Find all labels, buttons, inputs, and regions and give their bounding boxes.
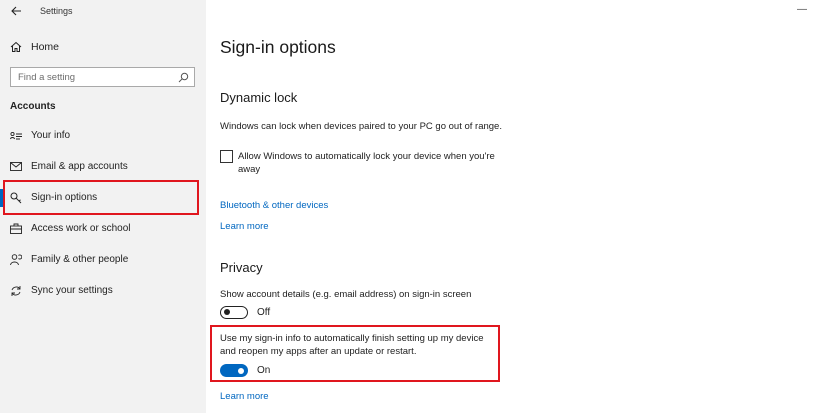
account-details-toggle[interactable] bbox=[220, 306, 248, 319]
back-button[interactable] bbox=[8, 3, 24, 19]
dynamic-lock-heading: Dynamic lock bbox=[220, 90, 298, 105]
toggle-knob bbox=[224, 309, 230, 315]
search-icon[interactable] bbox=[178, 72, 189, 83]
briefcase-icon bbox=[10, 222, 22, 235]
account-details-toggle-state: Off bbox=[257, 307, 271, 318]
sidebar-item-sync[interactable]: Sync your settings bbox=[0, 279, 206, 303]
dynamic-lock-description: Windows can lock when devices paired to … bbox=[220, 121, 502, 132]
sidebar-item-label: Access work or school bbox=[31, 223, 131, 234]
sidebar-item-email-accounts[interactable]: Email & app accounts bbox=[0, 155, 206, 179]
signin-info-text: Use my sign-in info to automatically fin… bbox=[220, 333, 484, 357]
toggle-knob bbox=[238, 367, 244, 374]
learn-more-link-privacy[interactable]: Learn more bbox=[220, 391, 269, 402]
sidebar-item-label: Your info bbox=[31, 130, 71, 141]
home-nav-item[interactable]: Home bbox=[10, 39, 59, 55]
sync-icon bbox=[10, 284, 22, 297]
home-label: Home bbox=[31, 41, 60, 53]
search-placeholder: Find a setting bbox=[18, 72, 76, 83]
title-bar: Settings bbox=[0, 0, 206, 24]
section-title: Accounts bbox=[10, 101, 56, 112]
learn-more-link-dynamic-lock[interactable]: Learn more bbox=[220, 221, 269, 232]
sidebar-item-your-info[interactable]: Your info bbox=[0, 124, 206, 148]
sidebar-item-access-work[interactable]: Access work or school bbox=[0, 217, 206, 241]
signin-info-toggle-state: On bbox=[257, 365, 271, 376]
people-icon bbox=[10, 253, 22, 266]
main-content: — Sign-in options Dynamic lock Windows c… bbox=[206, 0, 825, 413]
bluetooth-link[interactable]: Bluetooth & other devices bbox=[220, 200, 328, 211]
privacy-heading: Privacy bbox=[220, 260, 263, 275]
app-title: Settings bbox=[40, 6, 73, 16]
dynamic-lock-checkbox-row[interactable]: Allow Windows to automatically lock your… bbox=[220, 150, 520, 176]
dynamic-lock-checkbox-label: Allow Windows to automatically lock your… bbox=[238, 151, 495, 175]
sidebar-item-family[interactable]: Family & other people bbox=[0, 248, 206, 272]
mail-icon bbox=[10, 160, 22, 173]
minimize-button[interactable]: — bbox=[797, 4, 807, 15]
sidebar-item-label: Family & other people bbox=[31, 254, 129, 265]
signin-info-toggle[interactable] bbox=[220, 364, 248, 377]
sidebar-item-sign-in-options[interactable]: Sign-in options bbox=[0, 186, 206, 210]
page-title: Sign-in options bbox=[220, 37, 336, 57]
sidebar-item-label: Sync your settings bbox=[31, 285, 113, 296]
key-icon bbox=[10, 191, 22, 204]
home-icon bbox=[10, 41, 24, 53]
account-details-text: Show account details (e.g. email address… bbox=[220, 289, 472, 300]
dynamic-lock-checkbox[interactable] bbox=[220, 150, 233, 163]
sidebar-item-label: Sign-in options bbox=[31, 192, 98, 203]
back-arrow-icon bbox=[10, 6, 21, 16]
sidebar: Settings Home Find a setting Accounts Yo… bbox=[0, 0, 206, 413]
search-input[interactable]: Find a setting bbox=[10, 67, 195, 87]
person-card-icon bbox=[10, 129, 22, 142]
sidebar-item-label: Email & app accounts bbox=[31, 161, 128, 172]
